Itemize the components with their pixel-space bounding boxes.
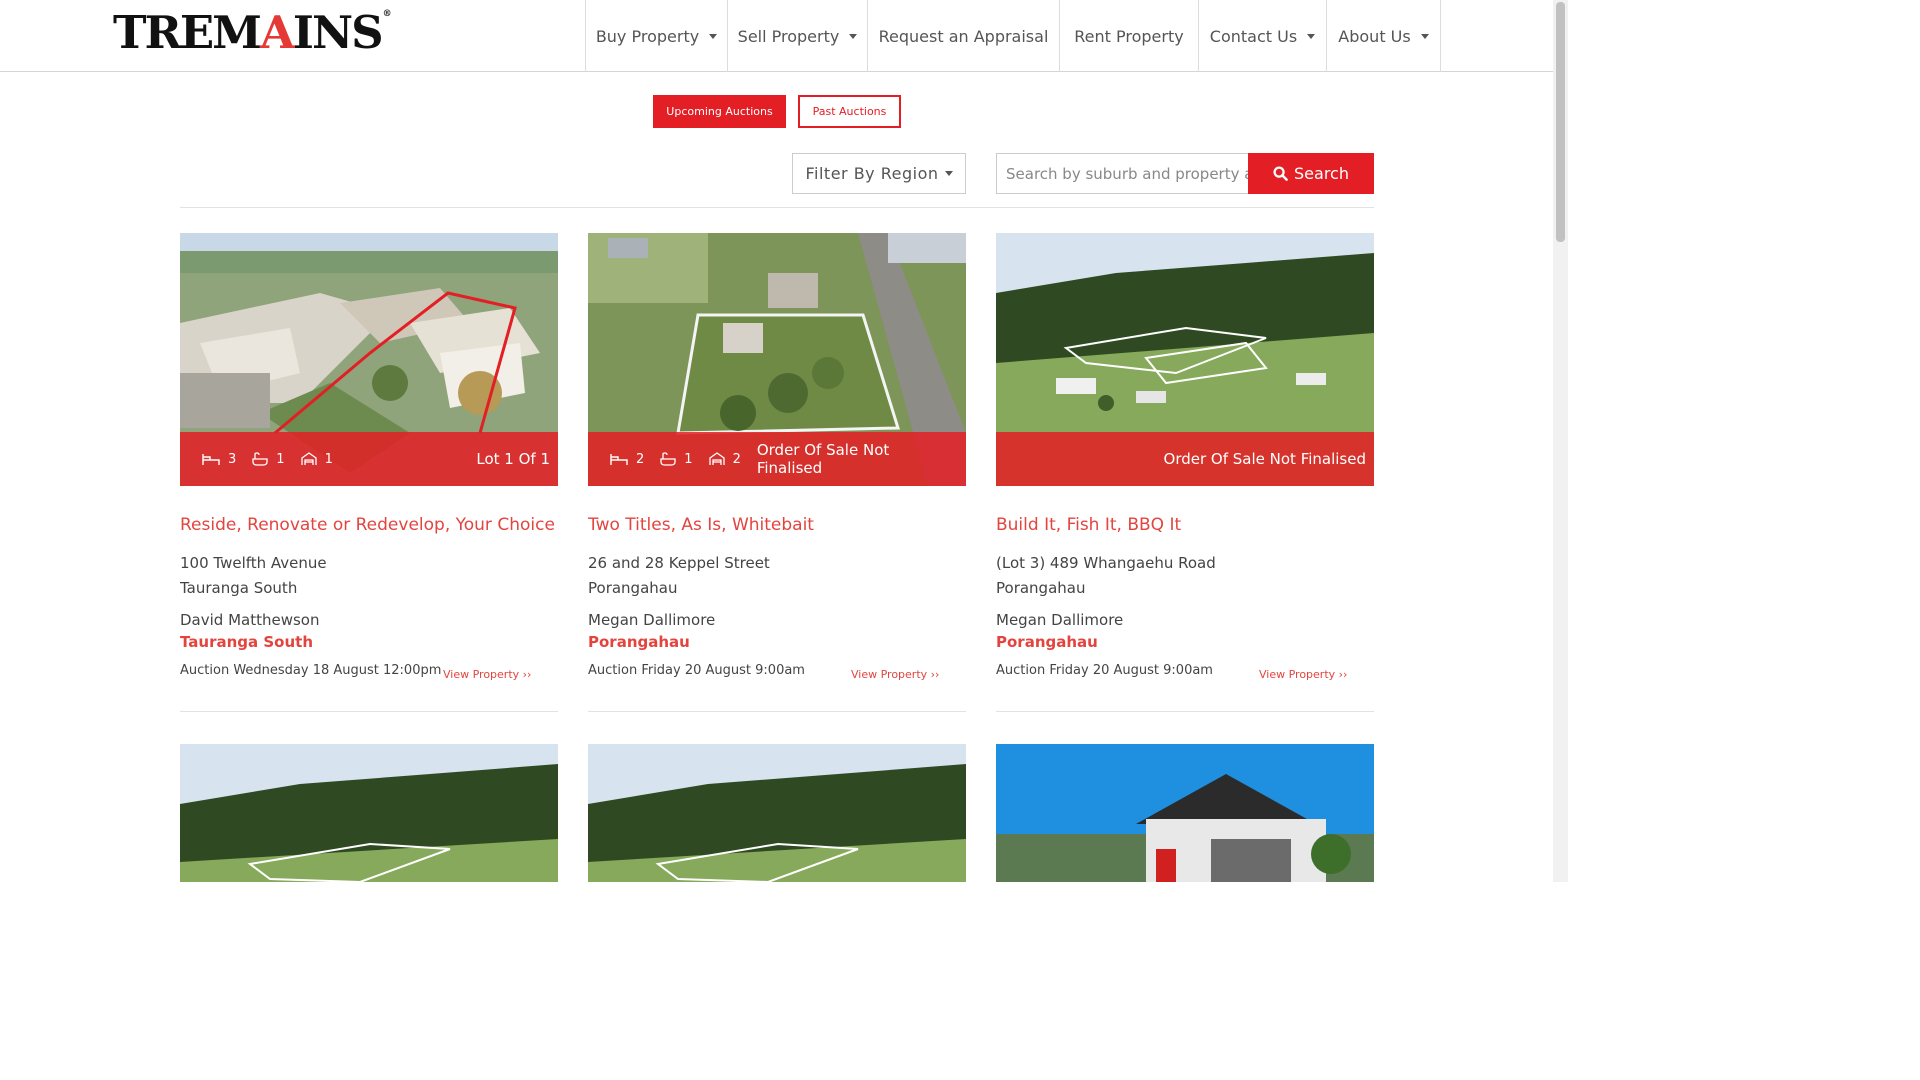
property-photo[interactable] — [588, 744, 966, 882]
search-icon — [1273, 166, 1288, 181]
past-auctions-button[interactable]: Past Auctions — [798, 95, 901, 128]
card-divider — [588, 711, 966, 712]
property-card[interactable]: Order Of Sale Not Finalised Build It, Fi… — [996, 233, 1374, 712]
bed-icon — [202, 453, 220, 465]
main-nav: Buy Property Sell Property Request an Ap… — [585, 0, 1441, 72]
property-title[interactable]: Two Titles, As Is, Whitebait — [588, 515, 966, 539]
bathrooms: 1 — [252, 452, 285, 467]
property-title[interactable]: Reside, Renovate or Redevelop, Your Choi… — [180, 515, 558, 539]
logo-text: TREMAINS® — [113, 5, 392, 59]
nav-about-us[interactable]: About Us — [1326, 0, 1441, 72]
nav-sell-property[interactable]: Sell Property — [727, 0, 867, 72]
chevron-down-icon — [944, 171, 953, 176]
property-photo[interactable]: 2 1 2 Order Of Sale Not Finalised — [588, 233, 966, 486]
divider — [180, 207, 1374, 208]
card-divider — [180, 711, 558, 712]
property-title[interactable]: Build It, Fish It, BBQ It — [996, 515, 1374, 539]
agent-name: Megan Dallimore — [996, 611, 1124, 629]
nav-request-appraisal[interactable]: Request an Appraisal — [867, 0, 1059, 72]
auction-date: Auction Wednesday 18 August 12:00pm — [180, 663, 442, 678]
auction-date: Auction Friday 20 August 9:00am — [588, 663, 805, 678]
chevron-down-icon — [709, 33, 718, 39]
bath-icon — [660, 452, 676, 466]
agent-name: Megan Dallimore — [588, 611, 716, 629]
bed-icon — [610, 453, 628, 465]
property-card[interactable]: 3 1 1 Lot 1 Of 1 Reside, Renovate or Red… — [180, 233, 558, 712]
upcoming-auctions-button[interactable]: Upcoming Auctions — [653, 95, 786, 128]
search-input[interactable]: Search by suburb and property address — [996, 153, 1249, 194]
search-placeholder: Search by suburb and property address — [1006, 164, 1249, 183]
filter-label: Filter By Region — [805, 164, 939, 183]
suburb-link[interactable]: Tauranga South — [180, 631, 558, 653]
bedrooms: 3 — [202, 452, 236, 467]
property-card[interactable] — [588, 744, 966, 882]
bedrooms: 2 — [610, 452, 644, 467]
property-photo[interactable]: 3 1 1 Lot 1 Of 1 — [180, 233, 558, 486]
bath-icon — [252, 452, 268, 466]
site-header: TREMAINS® Buy Property Sell Property Req… — [0, 0, 1553, 72]
property-info-band: Order Of Sale Not Finalised — [996, 432, 1374, 486]
nav-rent-property[interactable]: Rent Property — [1059, 0, 1198, 72]
property-card[interactable] — [996, 744, 1374, 882]
scrollbar-thumb[interactable] — [1556, 2, 1565, 242]
view-property-link[interactable]: View Property ›› — [1259, 668, 1347, 681]
sale-status: Order Of Sale Not Finalised — [756, 441, 890, 477]
sale-status: Order Of Sale Not Finalised — [1163, 450, 1366, 468]
garages: 2 — [708, 452, 741, 467]
property-info-band: 3 1 1 Lot 1 Of 1 — [180, 432, 558, 486]
suburb-link[interactable]: Porangahau — [996, 631, 1374, 653]
property-photo[interactable] — [996, 744, 1374, 882]
property-address: 100 Twelfth Avenue Tauranga South — [180, 554, 327, 597]
tremains-logo[interactable]: TREMAINS® — [113, 5, 392, 59]
garage-icon — [708, 452, 725, 465]
chevron-down-icon — [1307, 33, 1316, 39]
property-card[interactable] — [180, 744, 558, 882]
property-photo[interactable] — [180, 744, 558, 882]
property-address: 26 and 28 Keppel Street Porangahau — [588, 554, 770, 597]
suburb-link[interactable]: Porangahau — [588, 631, 966, 653]
chevron-down-icon — [1420, 33, 1429, 39]
property-info-band: 2 1 2 Order Of Sale Not Finalised — [588, 432, 966, 486]
garages: 1 — [300, 452, 333, 467]
agent-name: David Matthewson — [180, 611, 320, 629]
filter-by-region-dropdown[interactable]: Filter By Region — [792, 153, 966, 194]
chevron-down-icon — [849, 33, 858, 39]
card-divider — [996, 711, 1374, 712]
bathrooms: 1 — [660, 452, 693, 467]
property-photo[interactable]: Order Of Sale Not Finalised — [996, 233, 1374, 486]
garage-icon — [300, 452, 317, 465]
auction-date: Auction Friday 20 August 9:00am — [996, 663, 1213, 678]
lot-status: Lot 1 Of 1 — [476, 450, 550, 468]
property-address: (Lot 3) 489 Whangaehu Road Porangahau — [996, 554, 1216, 597]
property-card[interactable]: 2 1 2 Order Of Sale Not Finalised Two Ti… — [588, 233, 966, 712]
view-property-link[interactable]: View Property ›› — [443, 668, 531, 681]
view-property-link[interactable]: View Property ›› — [851, 668, 939, 681]
search-button[interactable]: Search — [1248, 153, 1374, 194]
nav-contact-us[interactable]: Contact Us — [1198, 0, 1326, 72]
nav-buy-property[interactable]: Buy Property — [585, 0, 727, 72]
page-scrollbar[interactable] — [1553, 0, 1568, 882]
